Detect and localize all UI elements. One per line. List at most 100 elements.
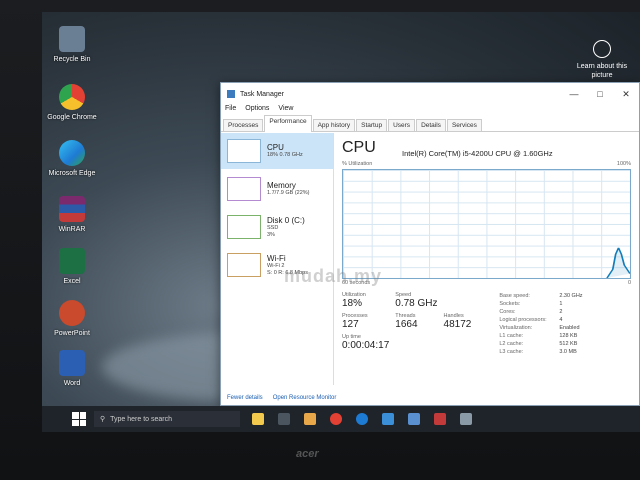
desktop-icon-label: PowerPoint <box>54 330 90 337</box>
uptime-value: 0:00:04:17 <box>342 340 390 351</box>
widgets-icon[interactable] <box>252 413 264 425</box>
desktop-icon-label: WinRAR <box>58 226 86 233</box>
spec-key: Virtualization: <box>499 325 533 331</box>
spec-value: 3.0 MB <box>559 349 577 355</box>
resource-sub: SSD <box>267 224 279 231</box>
desktop-icon-chrome[interactable]: Google Chrome <box>46 84 98 122</box>
spec-value: 4 <box>559 317 563 323</box>
chrome-icon <box>59 84 85 110</box>
disk-thumbnail <box>227 215 261 239</box>
task-manager-taskbar-icon[interactable] <box>460 413 472 425</box>
recycle-bin-icon <box>59 26 85 52</box>
spec-key: Logical processors: <box>499 317 547 323</box>
edge-icon <box>59 140 85 166</box>
spec-key: L1 cache: <box>499 333 524 339</box>
desktop-icon-label: Microsoft Edge <box>48 170 96 177</box>
learn-about-label: Learn about this picture <box>576 63 628 79</box>
footer: Fewer details Open Resource Monitor <box>227 395 346 401</box>
tab-app-history[interactable]: App history <box>312 119 356 131</box>
desktop-icon-recycle-bin[interactable]: Recycle Bin <box>46 26 98 64</box>
store-icon[interactable] <box>382 413 394 425</box>
spec-value: 128 KB <box>559 333 578 339</box>
title-bar[interactable]: Task Manager — □ ✕ <box>221 83 639 105</box>
close-button[interactable]: ✕ <box>613 89 639 100</box>
desktop-icon-label: Recycle Bin <box>53 56 91 63</box>
open-resource-monitor-link[interactable]: Open Resource Monitor <box>273 395 337 401</box>
taskbar: ⚲ Type here to search <box>42 406 640 432</box>
resource-name: Wi-Fi <box>267 253 286 263</box>
edge-taskbar-icon[interactable] <box>356 413 368 425</box>
desktop-icon-powerpoint[interactable]: PowerPoint <box>46 300 98 338</box>
tab-performance[interactable]: Performance <box>264 115 312 132</box>
start-button[interactable] <box>72 412 86 426</box>
memory-thumbnail <box>227 177 261 201</box>
cpu-graph-line <box>606 247 630 278</box>
desktop-icon-winrar[interactable]: WinRAR <box>46 196 98 234</box>
desktop-screen: Recycle Bin Google Chrome Microsoft Edge… <box>42 12 640 432</box>
tab-details[interactable]: Details <box>416 119 446 131</box>
threads-value: 1664 <box>395 319 418 330</box>
resource-sub: 1.7/7.9 GB (22%) <box>267 190 310 196</box>
spec-key: Base speed: <box>499 293 530 299</box>
resource-disk[interactable]: Disk 0 (C:) SSD 3% <box>221 209 333 245</box>
mail-icon[interactable] <box>408 413 420 425</box>
task-view-icon[interactable] <box>278 413 290 425</box>
cpu-model: Intel(R) Core(TM) i5-4200U CPU @ 1.60GHz <box>402 149 553 158</box>
cpu-specs: Base speed: 2.30 GHz Sockets: 1 Cores: 2 Lo… <box>499 292 582 356</box>
handles-value: 48172 <box>443 319 472 330</box>
util-axis-max: 100% <box>616 161 631 167</box>
spec-key: Sockets: <box>499 301 521 307</box>
desktop-icon-word[interactable]: Word <box>46 350 98 388</box>
speed-value: 0.78 GHz <box>395 298 438 309</box>
chrome-taskbar-icon[interactable] <box>330 413 342 425</box>
spec-key: Cores: <box>499 309 516 315</box>
menu-file[interactable]: File <box>225 105 236 117</box>
tab-services[interactable]: Services <box>446 119 482 131</box>
task-manager-window: Task Manager — □ ✕ File Options View Pro… <box>220 82 640 406</box>
spec-value: 512 KB <box>559 341 578 347</box>
spec-value: Enabled <box>559 325 580 331</box>
fewer-details-link[interactable]: Fewer details <box>227 395 263 401</box>
tab-users[interactable]: Users <box>388 119 416 131</box>
cpu-utilization-graph <box>342 169 631 279</box>
maximize-button[interactable]: □ <box>587 89 613 99</box>
resource-name: CPU <box>267 143 284 152</box>
powerpoint-icon <box>59 300 85 326</box>
cpu-thumbnail <box>227 139 261 163</box>
search-placeholder: Type here to search <box>110 415 173 423</box>
spec-key: L3 cache: <box>499 349 524 355</box>
resource-sub: 3% <box>267 231 275 238</box>
desktop-icon-excel[interactable]: Excel <box>46 248 98 286</box>
tab-processes[interactable]: Processes <box>223 119 264 131</box>
resource-list: CPU 18% 0.78 GHz Memory 1.7/7.9 GB (22%)… <box>221 133 334 385</box>
wifi-thumbnail <box>227 253 261 277</box>
spec-value: 1 <box>559 301 563 307</box>
desktop-icon-label: Excel <box>63 278 81 285</box>
task-manager-icon <box>227 90 235 98</box>
minimize-button[interactable]: — <box>561 89 587 99</box>
desktop-icon-label: Word <box>63 380 81 387</box>
utilization-value: 18% <box>342 298 363 309</box>
app-icon[interactable] <box>434 413 446 425</box>
util-axis-label: % Utilization <box>342 161 373 167</box>
desktop-icon-label: Google Chrome <box>47 114 97 121</box>
acer-logo: acer <box>296 448 319 460</box>
resource-sub: 18% 0.78 GHz <box>267 152 303 158</box>
excel-icon <box>59 248 85 274</box>
processes-value: 127 <box>342 319 359 330</box>
cpu-detail-panel: CPU Intel(R) Core(TM) i5-4200U CPU @ 1.6… <box>334 133 639 385</box>
spec-key: L2 cache: <box>499 341 524 347</box>
learn-about-picture[interactable]: Learn about this picture <box>572 40 632 80</box>
word-icon <box>59 350 85 376</box>
resource-cpu[interactable]: CPU 18% 0.78 GHz <box>221 133 333 169</box>
spec-value: 2 <box>559 309 563 315</box>
watermark: mudah.my <box>284 266 383 286</box>
tab-startup[interactable]: Startup <box>356 119 388 131</box>
resource-memory[interactable]: Memory 1.7/7.9 GB (22%) <box>221 171 333 207</box>
window-title: Task Manager <box>240 90 284 98</box>
taskbar-search[interactable]: ⚲ Type here to search <box>94 411 240 427</box>
file-explorer-icon[interactable] <box>304 413 316 425</box>
desktop-icon-edge[interactable]: Microsoft Edge <box>46 140 98 178</box>
graph-axis-right: 0 <box>627 280 631 286</box>
search-icon: ⚲ <box>100 416 106 423</box>
